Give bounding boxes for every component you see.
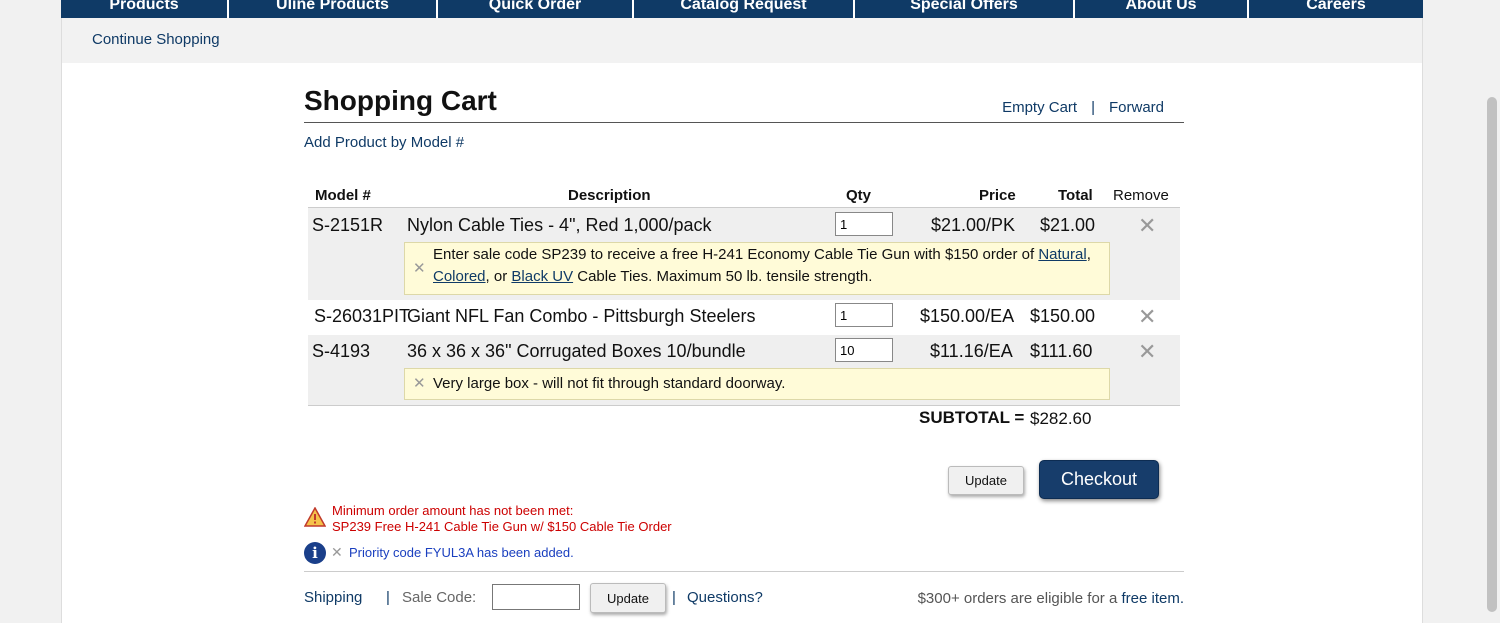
note-comma: , (1086, 246, 1091, 263)
note-text-after: Cable Ties. Maximum 50 lb. tensile stren… (577, 268, 873, 285)
column-header-model: Model # (315, 187, 371, 204)
subtotal-label: SUBTOTAL = (919, 408, 1025, 427)
column-header-qty: Qty (846, 187, 872, 204)
cart-row: S-2151R Nylon Cable Ties - 4", Red 1,000… (308, 208, 1180, 300)
checkout-button[interactable]: Checkout (1039, 460, 1159, 499)
forward-link[interactable]: Forward (1109, 99, 1164, 116)
cart-row: S-4193 36 x 36 x 36" Corrugated Boxes 10… (308, 335, 1180, 405)
nav-careers[interactable]: Careers (1249, 0, 1423, 18)
natural-link[interactable]: Natural (1038, 246, 1086, 263)
item-note: ✕ Enter sale code SP239 to receive a fre… (404, 242, 1110, 295)
cart-actions: Empty Cart | Forward (1002, 99, 1164, 116)
info-icon: i (304, 542, 326, 564)
add-product-by-model-link[interactable]: Add Product by Model # (304, 134, 464, 151)
cart-row: S-26031PIT Giant NFL Fan Combo - Pittsbu… (308, 300, 1180, 335)
item-model: S-26031PIT (314, 306, 411, 326)
warning-line-2: SP239 Free H-241 Cable Tie Gun w/ $150 C… (332, 519, 672, 534)
page-title: Shopping Cart (304, 85, 497, 116)
title-divider (304, 122, 1184, 123)
shipping-link[interactable]: Shipping (304, 589, 362, 606)
column-header-remove: Remove (1113, 187, 1169, 204)
nav-quick-order[interactable]: Quick Order (438, 0, 634, 18)
warning-icon (304, 507, 326, 527)
close-note-icon[interactable]: ✕ (413, 373, 426, 395)
promo-message: $300+ orders are eligible for a free ite… (918, 590, 1184, 607)
sale-code-input[interactable] (492, 584, 580, 610)
quantity-input[interactable] (835, 338, 893, 362)
free-item-link[interactable]: free item. (1121, 590, 1184, 607)
questions-link[interactable]: Questions? (687, 589, 763, 606)
item-model: S-2151R (312, 215, 384, 235)
scrollbar-thumb[interactable] (1487, 97, 1497, 612)
close-info-icon[interactable]: ✕ (331, 544, 343, 561)
nav-uline-products[interactable]: Uline Products (229, 0, 438, 18)
item-total: $21.00 (1040, 215, 1096, 235)
nav-about-us[interactable]: About Us (1075, 0, 1249, 18)
warning-line-1: Minimum order amount has not been met: (332, 503, 574, 518)
item-description: Nylon Cable Ties - 4", Red 1,000/pack (407, 215, 712, 235)
colored-link[interactable]: Colored (433, 268, 486, 285)
vertical-scrollbar[interactable] (1484, 0, 1500, 623)
note-text: Enter sale code SP239 to receive a free … (433, 246, 1035, 263)
item-total: $150.00 (1030, 306, 1096, 326)
remove-item-icon[interactable]: ✕ (1138, 341, 1156, 363)
column-header-price: Price (979, 187, 1016, 204)
cart-footer: Shipping | Sale Code: Update | Questions… (304, 583, 1184, 614)
item-price: $150.00/EA (920, 306, 1015, 326)
top-nav: Products Uline Products Quick Order Cata… (61, 0, 1423, 18)
nav-products[interactable]: Products (61, 0, 229, 18)
item-total: $111.60 (1030, 341, 1093, 361)
rows-bottom-divider (308, 405, 1180, 406)
note-or: , or (485, 268, 508, 285)
update-cart-button[interactable]: Update (948, 466, 1024, 495)
sale-code-label: Sale Code: (402, 589, 477, 606)
quantity-input[interactable] (835, 212, 893, 236)
promo-text: $300+ orders are eligible for a (917, 590, 1118, 607)
nav-special-offers[interactable]: Special Offers (855, 0, 1075, 18)
sale-code-update-button[interactable]: Update (590, 583, 666, 613)
remove-item-icon[interactable]: ✕ (1138, 306, 1156, 328)
column-header-total: Total (1058, 187, 1093, 204)
footer-divider (304, 571, 1184, 572)
item-description: 36 x 36 x 36" Corrugated Boxes 10/bundle (407, 341, 746, 361)
info-text: Priority code FYUL3A has been added. (349, 545, 574, 560)
subtotal-value: $282.60 (1030, 409, 1092, 428)
empty-cart-link[interactable]: Empty Cart (1002, 99, 1077, 116)
black-uv-link[interactable]: Black UV (511, 268, 573, 285)
item-note: ✕ Very large box - will not fit through … (404, 368, 1110, 400)
separator: | (1091, 99, 1095, 116)
separator: | (672, 589, 676, 606)
continue-shopping-link[interactable]: Continue Shopping (92, 31, 220, 48)
remove-item-icon[interactable]: ✕ (1138, 215, 1156, 237)
sub-bar: Continue Shopping (62, 18, 1422, 63)
column-header-description: Description (568, 187, 651, 204)
separator: | (386, 589, 390, 606)
quantity-input[interactable] (835, 303, 893, 327)
item-model: S-4193 (312, 341, 371, 361)
nav-catalog-request[interactable]: Catalog Request (634, 0, 855, 18)
item-price: $21.00/PK (931, 215, 1016, 235)
note-text: Very large box - will not fit through st… (433, 375, 786, 392)
item-description: Giant NFL Fan Combo - Pittsburgh Steeler… (407, 306, 756, 326)
item-price: $11.16/EA (930, 341, 1013, 361)
close-note-icon[interactable]: ✕ (413, 258, 426, 280)
